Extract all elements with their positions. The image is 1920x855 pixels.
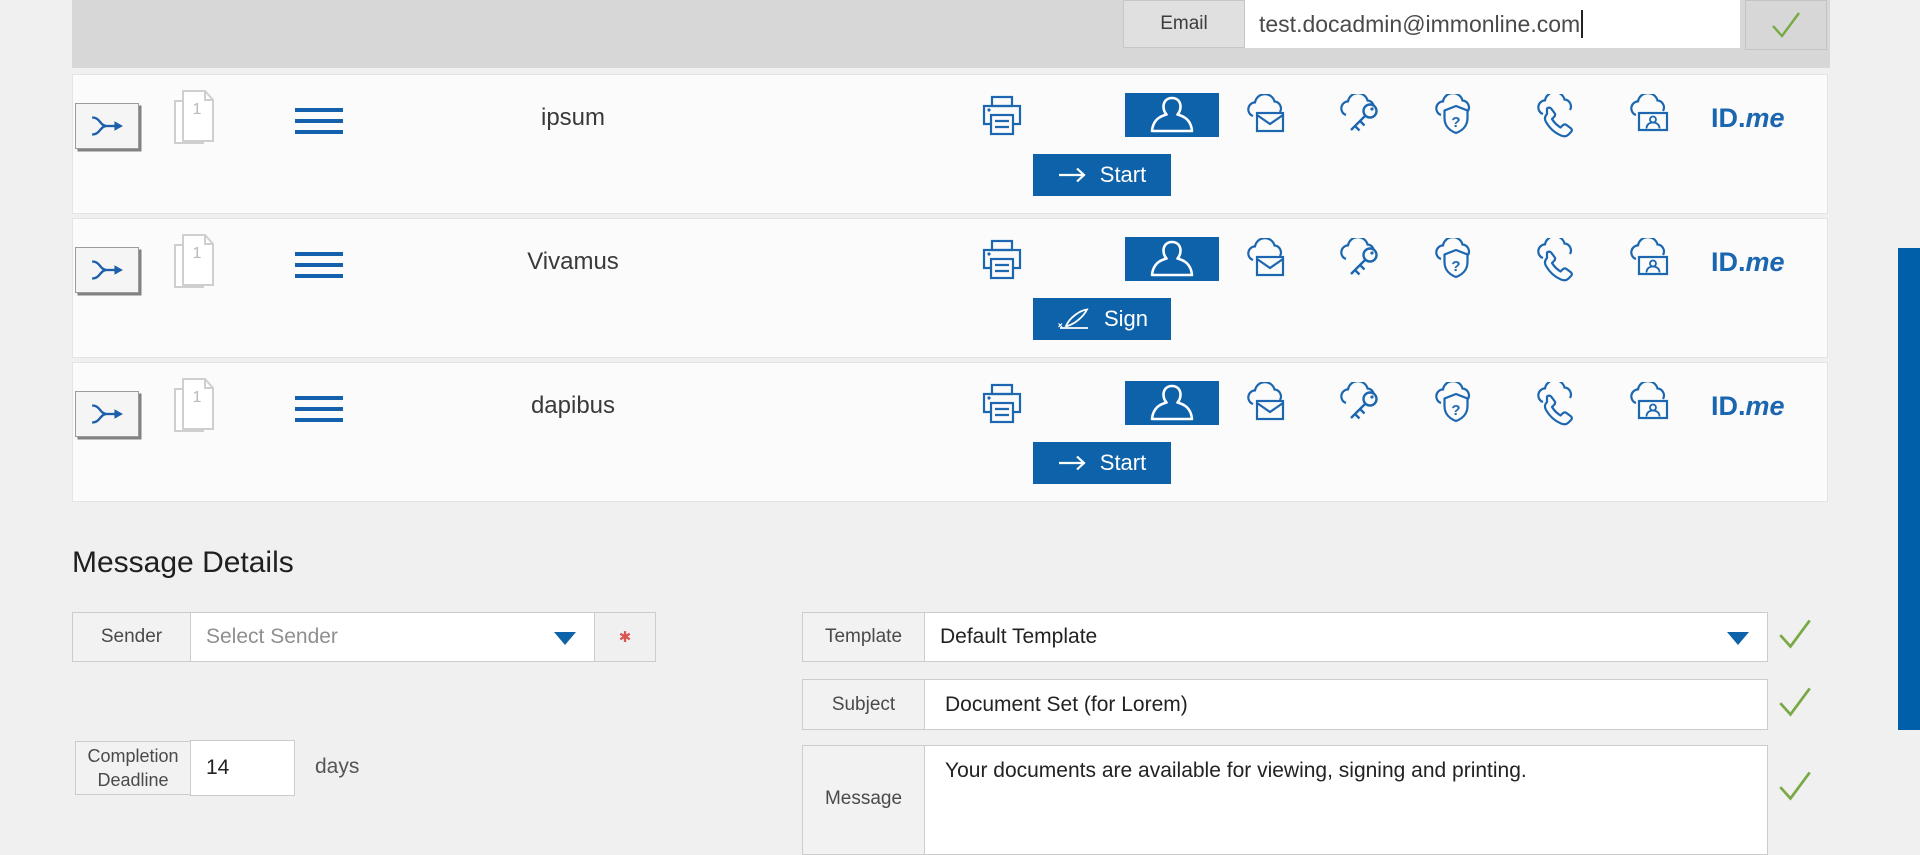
required-marker: ✱ (594, 612, 656, 662)
row-action-label: Start (1100, 450, 1146, 476)
email-valid-check-box (1745, 0, 1827, 50)
cloud-mail-icon[interactable] (1243, 94, 1289, 140)
recipient-name: dapibus (441, 392, 705, 420)
completion-deadline-input[interactable]: 14 (190, 740, 295, 796)
template-valid-check-icon (1778, 618, 1812, 650)
recipient-row: 1 dapibus ? ID.me Start (72, 362, 1828, 502)
recipient-person-icon[interactable] (1125, 381, 1219, 425)
check-icon (1771, 11, 1801, 39)
recipient-name: ipsum (441, 104, 705, 132)
sender-placeholder: Select Sender (206, 625, 338, 649)
template-label: Template (802, 612, 925, 662)
email-value: test.docadmin@immonline.com (1259, 11, 1580, 38)
message-valid-check-icon (1778, 770, 1812, 802)
email-label: Email (1123, 0, 1245, 48)
cloud-phone-icon[interactable] (1533, 382, 1579, 428)
subject-label: Subject (802, 679, 925, 730)
printer-icon[interactable] (979, 238, 1025, 284)
subject-input[interactable]: Document Set (for Lorem) (924, 679, 1768, 730)
template-select[interactable]: Default Template (924, 612, 1768, 662)
document-count-badge: 1 (189, 245, 205, 263)
arrow-right-icon (1058, 167, 1088, 183)
idme-logo[interactable]: ID.me (1711, 391, 1785, 422)
idme-logo[interactable]: ID.me (1711, 247, 1785, 278)
recipient-row: 1 ipsum ? ID.me Start (72, 74, 1828, 214)
cloud-key-icon[interactable] (1338, 382, 1384, 428)
document-count-badge: 1 (189, 101, 205, 119)
message-label: Message (802, 745, 925, 855)
completion-deadline-value: 14 (206, 756, 229, 780)
cloud-id-card-icon[interactable] (1628, 382, 1674, 428)
row-action-button[interactable]: Sign (1033, 298, 1171, 340)
signature-pen-icon (1056, 308, 1092, 330)
message-value: Your documents are available for viewing… (945, 759, 1527, 783)
merge-recipient-button[interactable] (75, 391, 139, 437)
person-icon (1125, 93, 1219, 137)
person-icon (1125, 237, 1219, 281)
row-action-button[interactable]: Start (1033, 442, 1171, 484)
row-action-label: Sign (1104, 306, 1148, 332)
shield-question-glyph: ? (1433, 258, 1479, 275)
deadline-unit-label: days (315, 755, 359, 779)
sender-select[interactable]: Select Sender (190, 612, 595, 662)
merge-arrow-icon (90, 256, 124, 284)
merge-recipient-button[interactable] (75, 103, 139, 149)
cloud-key-icon[interactable] (1338, 94, 1384, 140)
merge-arrow-icon (90, 400, 124, 428)
row-action-label: Start (1100, 162, 1146, 188)
merge-arrow-icon (90, 112, 124, 140)
email-panel: Email test.docadmin@immonline.com (72, 0, 1830, 68)
recipient-person-icon[interactable] (1125, 93, 1219, 137)
merge-recipient-button[interactable] (75, 247, 139, 293)
printer-icon[interactable] (979, 382, 1025, 428)
reorder-icon[interactable] (295, 396, 343, 429)
completion-deadline-label: Completion Deadline (75, 741, 191, 795)
chevron-down-icon (1727, 632, 1749, 645)
chevron-down-icon (554, 632, 576, 645)
idme-logo[interactable]: ID.me (1711, 103, 1785, 134)
document-count-badge: 1 (189, 389, 205, 407)
text-caret (1581, 10, 1583, 38)
message-textarea[interactable]: Your documents are available for viewing… (924, 745, 1768, 855)
scrollbar-thumb[interactable] (1898, 248, 1920, 730)
cloud-key-icon[interactable] (1338, 238, 1384, 284)
person-icon (1125, 381, 1219, 425)
email-input[interactable]: test.docadmin@immonline.com (1245, 0, 1740, 48)
sender-label: Sender (72, 612, 191, 662)
cloud-mail-icon[interactable] (1243, 382, 1289, 428)
shield-question-glyph: ? (1433, 114, 1479, 131)
recipient-name: Vivamus (441, 248, 705, 276)
recipient-row: 1 Vivamus ? ID.me Sign (72, 218, 1828, 358)
template-value: Default Template (940, 625, 1097, 649)
printer-icon[interactable] (979, 94, 1025, 140)
recipient-person-icon[interactable] (1125, 237, 1219, 281)
cloud-mail-icon[interactable] (1243, 238, 1289, 284)
shield-question-glyph: ? (1433, 402, 1479, 419)
cloud-id-card-icon[interactable] (1628, 238, 1674, 284)
arrow-right-icon (1058, 455, 1088, 471)
cloud-id-card-icon[interactable] (1628, 94, 1674, 140)
subject-value: Document Set (for Lorem) (945, 693, 1188, 717)
row-action-button[interactable]: Start (1033, 154, 1171, 196)
reorder-icon[interactable] (295, 108, 343, 141)
reorder-icon[interactable] (295, 252, 343, 285)
cloud-phone-icon[interactable] (1533, 94, 1579, 140)
cloud-phone-icon[interactable] (1533, 238, 1579, 284)
section-title: Message Details (72, 546, 294, 580)
subject-valid-check-icon (1778, 686, 1812, 718)
